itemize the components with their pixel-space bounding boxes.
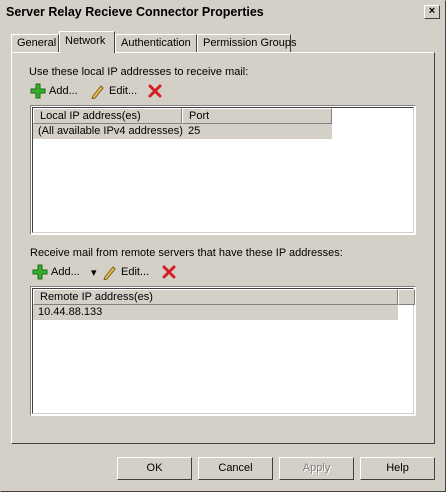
- close-icon: ×: [428, 5, 436, 17]
- title-bar: Server Relay Recieve Connector Propertie…: [3, 3, 443, 23]
- remote-remove-icon[interactable]: [162, 265, 176, 279]
- pencil-icon: [91, 85, 104, 99]
- remote-add-dropdown-arrow[interactable]: ▾: [91, 266, 97, 279]
- tab-authentication[interactable]: Authentication: [115, 34, 197, 52]
- port-cell: 25: [188, 125, 201, 137]
- network-tab-panel: Use these local IP addresses to receive …: [11, 52, 435, 444]
- tab-label: General: [17, 37, 57, 49]
- pencil-icon: [103, 266, 116, 280]
- column-header-filler: [398, 289, 415, 305]
- column-header-local-ip[interactable]: Local IP address(es): [33, 108, 182, 124]
- remote-add-label: Add...: [51, 266, 80, 278]
- apply-button[interactable]: Apply: [279, 457, 354, 480]
- local-edit-button[interactable]: Edit...: [90, 83, 137, 99]
- close-button[interactable]: ×: [424, 5, 440, 19]
- column-header-port[interactable]: Port: [182, 108, 332, 124]
- tab-label: Network: [65, 35, 106, 47]
- remote-ip-label: Receive mail from remote servers that ha…: [30, 247, 343, 259]
- properties-dialog: Server Relay Recieve Connector Propertie…: [0, 0, 446, 492]
- local-ip-label: Use these local IP addresses to receive …: [29, 66, 249, 78]
- local-edit-label: Edit...: [109, 85, 138, 97]
- list-item[interactable]: (All available IPv4 addresses) 25: [33, 124, 332, 139]
- remote-ip-cell: 10.44.88.133: [38, 306, 103, 318]
- window-title: Server Relay Recieve Connector Propertie…: [6, 5, 264, 19]
- local-ip-cell: (All available IPv4 addresses): [38, 125, 183, 137]
- remote-ip-list[interactable]: Remote IP address(es) 10.44.88.133: [30, 286, 416, 416]
- ok-button[interactable]: OK: [117, 457, 192, 480]
- local-add-button[interactable]: Add...: [30, 83, 78, 99]
- local-add-label: Add...: [49, 85, 78, 97]
- tab-label: Authentication: [121, 37, 191, 49]
- remote-add-button[interactable]: Add...: [32, 264, 80, 280]
- remote-edit-button[interactable]: Edit...: [102, 264, 149, 280]
- green-plus-icon: [30, 83, 46, 99]
- local-ip-list[interactable]: Local IP address(es) Port (All available…: [30, 105, 416, 235]
- cancel-button[interactable]: Cancel: [198, 457, 273, 480]
- list-item[interactable]: 10.44.88.133: [33, 305, 398, 320]
- tab-label: Permission Groups: [203, 37, 297, 49]
- help-button[interactable]: Help: [360, 457, 435, 480]
- local-remove-icon[interactable]: [148, 84, 162, 98]
- green-plus-icon: [32, 264, 48, 280]
- remote-edit-label: Edit...: [121, 266, 150, 278]
- column-header-remote-ip[interactable]: Remote IP address(es): [33, 289, 398, 305]
- tab-permission-groups[interactable]: Permission Groups: [197, 34, 297, 52]
- tab-general[interactable]: General: [11, 34, 59, 52]
- tab-network[interactable]: Network: [59, 31, 115, 53]
